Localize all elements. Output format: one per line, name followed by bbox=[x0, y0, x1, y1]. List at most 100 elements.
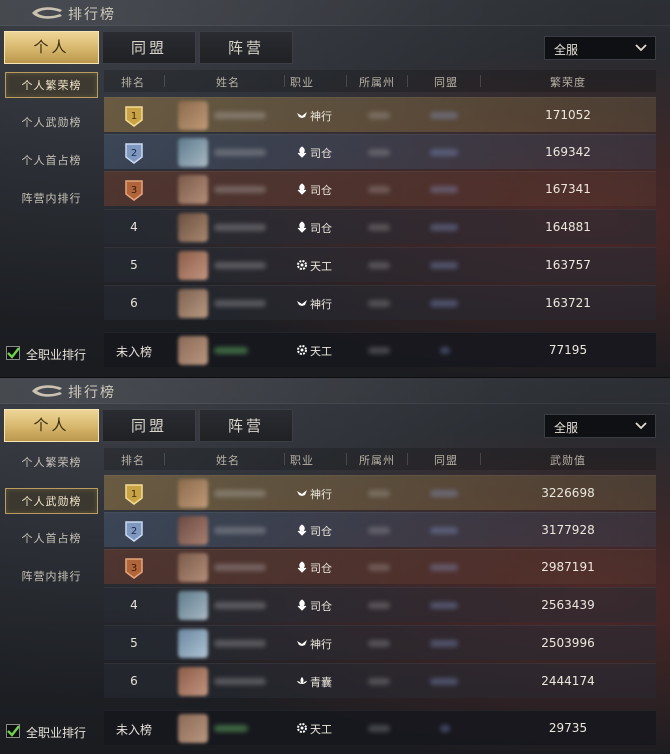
avatar bbox=[178, 138, 208, 167]
back-arrow-icon[interactable] bbox=[30, 382, 64, 400]
player-name-blurred bbox=[214, 347, 248, 354]
sidebar-item-faction-rank[interactable]: 阵营内排行 bbox=[5, 564, 98, 590]
grain-icon bbox=[297, 561, 307, 573]
alliance-blurred bbox=[430, 490, 458, 497]
rank-3-badge-icon: 3 bbox=[125, 558, 143, 579]
table-row[interactable]: 4 司仓 2563439 bbox=[104, 587, 656, 622]
prosperity-value: 163757 bbox=[545, 258, 591, 272]
rank-number: 4 bbox=[130, 220, 138, 234]
rank-number: 6 bbox=[130, 674, 138, 688]
column-header-state: 所属州 bbox=[359, 454, 395, 467]
column-divider bbox=[407, 75, 408, 87]
column-divider bbox=[480, 75, 481, 87]
player-name-blurred bbox=[214, 725, 248, 732]
page-title: 排行榜 bbox=[68, 385, 116, 401]
column-divider bbox=[346, 75, 347, 87]
table-row[interactable]: 3 司仓 2987191 bbox=[104, 549, 656, 584]
column-header-state: 所属州 bbox=[359, 76, 395, 89]
state-blurred bbox=[368, 490, 390, 497]
table-row[interactable]: 3 司仓 167341 bbox=[104, 171, 656, 206]
sidebar-item-first-capture[interactable]: 个人首占榜 bbox=[5, 526, 98, 552]
avatar bbox=[178, 251, 208, 280]
class-label: 天工 bbox=[310, 260, 332, 273]
class-label: 青囊 bbox=[310, 676, 332, 689]
alliance-blurred bbox=[430, 186, 458, 193]
state-blurred bbox=[368, 527, 390, 534]
gear-icon bbox=[297, 723, 307, 733]
alliance-blurred bbox=[430, 262, 458, 269]
self-rank: 未入榜 bbox=[115, 345, 152, 359]
table-row[interactable]: 2 司仓 3177928 bbox=[104, 512, 656, 547]
table-row[interactable]: 4 司仓 164881 bbox=[104, 209, 656, 244]
player-name-blurred bbox=[214, 640, 266, 647]
alliance-blurred bbox=[430, 527, 458, 534]
player-name-blurred bbox=[214, 224, 266, 231]
avatar bbox=[178, 667, 208, 696]
tab-personal[interactable]: 个人 bbox=[4, 31, 99, 64]
grain-icon bbox=[297, 146, 307, 158]
alliance-blurred bbox=[430, 112, 458, 119]
class-label: 司仓 bbox=[310, 147, 332, 160]
sidebar-item-first-capture[interactable]: 个人首占榜 bbox=[5, 148, 98, 174]
all-classes-checkbox[interactable] bbox=[6, 724, 20, 738]
table-header: 排名 姓名 职业 所属州 同盟 武勋值 bbox=[104, 448, 656, 470]
tab-alliance[interactable]: 同盟 bbox=[102, 31, 196, 64]
column-divider bbox=[164, 75, 165, 87]
table-row[interactable]: 1 神行 3226698 bbox=[104, 475, 656, 510]
player-name-blurred bbox=[214, 527, 266, 534]
state-blurred bbox=[368, 678, 390, 685]
rank-number: 5 bbox=[130, 258, 138, 272]
alliance-blurred bbox=[430, 300, 458, 307]
prosperity-value: 164881 bbox=[545, 220, 591, 234]
merit-value: 2987191 bbox=[541, 560, 595, 574]
table-row[interactable]: 5 神行 2503996 bbox=[104, 625, 656, 660]
server-dropdown[interactable]: 全服 bbox=[544, 36, 656, 60]
column-header-alliance: 同盟 bbox=[434, 454, 458, 467]
state-blurred bbox=[368, 347, 390, 354]
class-label: 司仓 bbox=[310, 184, 332, 197]
back-arrow-icon[interactable] bbox=[30, 4, 64, 22]
avatar bbox=[178, 289, 208, 318]
self-row[interactable]: 未入榜 天工 29735 bbox=[104, 710, 656, 745]
table-row[interactable]: 1 神行 171052 bbox=[104, 97, 656, 132]
sidebar-item-merit[interactable]: 个人武勋榜 bbox=[5, 488, 98, 514]
sidebar-item-merit[interactable]: 个人武勋榜 bbox=[5, 110, 98, 136]
alliance-blurred bbox=[440, 347, 450, 354]
alliance-blurred bbox=[430, 640, 458, 647]
svg-text:3: 3 bbox=[131, 563, 137, 574]
table-row[interactable]: 2 司仓 169342 bbox=[104, 134, 656, 169]
class-label: 司仓 bbox=[310, 562, 332, 575]
sidebar-item-prosperity[interactable]: 个人繁荣榜 bbox=[5, 450, 98, 476]
alliance-blurred bbox=[430, 602, 458, 609]
sidebar-item-prosperity[interactable]: 个人繁荣榜 bbox=[5, 72, 98, 98]
class-label: 天工 bbox=[310, 723, 332, 736]
player-name-blurred bbox=[214, 602, 266, 609]
tab-personal[interactable]: 个人 bbox=[4, 409, 99, 442]
all-classes-checkbox[interactable] bbox=[6, 346, 20, 360]
player-name-blurred bbox=[214, 564, 266, 571]
sidebar-item-faction-rank[interactable]: 阵营内排行 bbox=[5, 186, 98, 212]
svg-text:3: 3 bbox=[131, 185, 137, 196]
tab-faction[interactable]: 阵营 bbox=[199, 31, 293, 64]
rank-1-badge-icon: 1 bbox=[125, 106, 143, 127]
table-row[interactable]: 6 青囊 2444174 bbox=[104, 663, 656, 698]
alliance-blurred bbox=[430, 149, 458, 156]
self-row[interactable]: 未入榜 天工 77195 bbox=[104, 332, 656, 367]
avatar bbox=[178, 553, 208, 582]
table-row[interactable]: 5 天工 163757 bbox=[104, 247, 656, 282]
tab-alliance[interactable]: 同盟 bbox=[102, 409, 196, 442]
self-rank: 未入榜 bbox=[115, 723, 152, 737]
check-icon bbox=[7, 347, 20, 359]
svg-text:2: 2 bbox=[131, 526, 137, 537]
table-row[interactable]: 6 神行 163721 bbox=[104, 285, 656, 320]
bird-icon bbox=[297, 640, 307, 646]
gear-icon bbox=[297, 260, 307, 270]
prosperity-value: 171052 bbox=[545, 108, 591, 122]
grain-icon bbox=[297, 524, 307, 536]
gear-icon bbox=[297, 345, 307, 355]
server-dropdown[interactable]: 全服 bbox=[544, 414, 656, 438]
grain-icon bbox=[297, 599, 307, 611]
column-header-class: 职业 bbox=[290, 454, 314, 467]
merit-value: 3226698 bbox=[541, 486, 595, 500]
tab-faction[interactable]: 阵营 bbox=[199, 409, 293, 442]
